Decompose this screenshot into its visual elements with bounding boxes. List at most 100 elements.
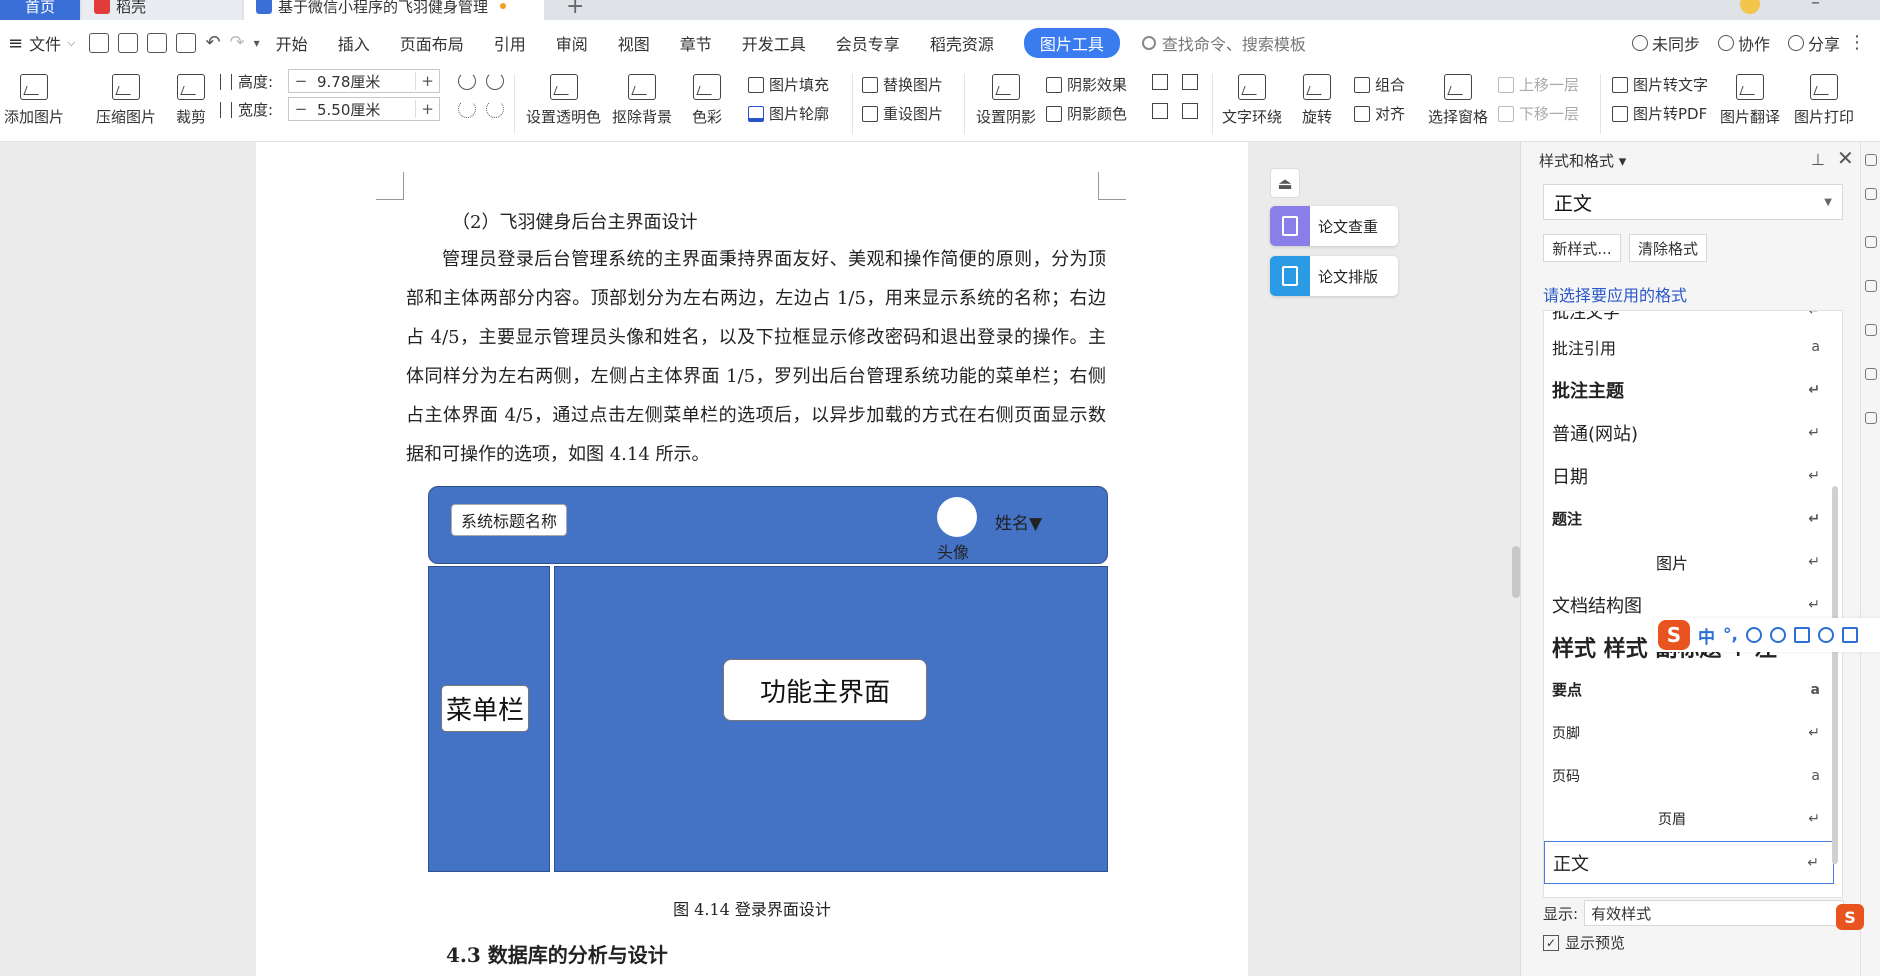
- command-search[interactable]: 查找命令、搜索模板: [1141, 31, 1306, 55]
- picture-to-pdf-button[interactable]: 图片转PDF: [1612, 103, 1707, 124]
- new-style-button[interactable]: 新样式...: [1543, 234, 1621, 262]
- panel-title[interactable]: 样式和格式 ▾: [1539, 150, 1626, 171]
- microphone-icon[interactable]: [1769, 627, 1786, 643]
- menu-developer[interactable]: 开发工具: [742, 31, 806, 55]
- user-avatar-icon[interactable]: [1740, 0, 1760, 14]
- reset-picture-button[interactable]: 重设图片: [862, 103, 943, 124]
- export-icon[interactable]: [118, 33, 139, 53]
- rotate-right-icon[interactable]: [486, 72, 504, 90]
- menu-page-layout[interactable]: 页面布局: [400, 31, 464, 55]
- color-button[interactable]: 色彩: [692, 74, 722, 127]
- rotate-button[interactable]: 旋转: [1302, 74, 1332, 127]
- shadow-nudge-down-icon[interactable]: [1182, 74, 1198, 90]
- group-button[interactable]: 组合: [1354, 74, 1405, 95]
- diagram-main-block[interactable]: 功能主界面: [554, 566, 1108, 872]
- pin-icon[interactable]: ⊥: [1811, 150, 1825, 169]
- picture-fill-button[interactable]: 图片填充: [748, 74, 829, 95]
- file-menu[interactable]: ≡ 文件 ⌵: [8, 31, 75, 55]
- selection-pane-button[interactable]: 选择窗格: [1428, 74, 1488, 127]
- picture-to-text-button[interactable]: 图片转文字: [1612, 74, 1708, 95]
- ime-mode[interactable]: 中: [1698, 623, 1715, 648]
- brightness-down-icon[interactable]: [486, 100, 504, 118]
- tab-document[interactable]: 基于微信小程序的飞羽健身管理: [244, 0, 544, 20]
- redo-icon[interactable]: ↷: [230, 33, 245, 53]
- compress-picture-button[interactable]: 压缩图片: [96, 74, 156, 127]
- crop-button[interactable]: 裁剪: [176, 74, 206, 127]
- sidebar-tool-icon[interactable]: [1865, 280, 1877, 292]
- style-list-scrollbar[interactable]: [1832, 486, 1838, 864]
- height-stepper[interactable]: −9.78厘米 +: [288, 69, 440, 93]
- ime-tray-logo-icon[interactable]: S: [1836, 904, 1864, 930]
- sidebar-tool-icon[interactable]: [1865, 412, 1877, 424]
- width-minus-icon[interactable]: −: [289, 100, 313, 118]
- undo-icon[interactable]: ↶: [205, 33, 220, 53]
- style-item-caption[interactable]: 题注 ↵: [1544, 497, 1834, 540]
- style-item-footer[interactable]: 页脚 ↵: [1544, 711, 1834, 754]
- height-minus-icon[interactable]: −: [289, 72, 313, 90]
- punctuation-icon[interactable]: °,: [1723, 625, 1738, 645]
- style-item-normal-web[interactable]: 普通(网站) ↵: [1544, 411, 1834, 454]
- picture-translate-button[interactable]: 图片翻译: [1720, 74, 1780, 127]
- paper-format-button[interactable]: 论文排版: [1270, 256, 1398, 296]
- emoji-icon[interactable]: [1745, 627, 1762, 643]
- send-backward-button[interactable]: 下移一层: [1498, 103, 1579, 124]
- menu-view[interactable]: 视图: [618, 31, 650, 55]
- sync-button[interactable]: 未同步: [1631, 31, 1700, 55]
- bring-forward-button[interactable]: 上移一层: [1498, 74, 1579, 95]
- remove-background-button[interactable]: 抠除背景: [612, 74, 672, 127]
- shadow-nudge-up-icon[interactable]: [1152, 74, 1168, 90]
- minimize-icon[interactable]: –: [1811, 0, 1820, 13]
- align-button[interactable]: 对齐: [1354, 103, 1405, 124]
- paper-check-button[interactable]: 论文查重: [1270, 206, 1398, 246]
- sidebar-tool-icon[interactable]: [1865, 368, 1877, 380]
- keyboard-icon[interactable]: [1793, 627, 1810, 643]
- menu-member[interactable]: 会员专享: [836, 31, 900, 55]
- set-shadow-button[interactable]: 设置阴影: [976, 74, 1036, 127]
- style-item-normal[interactable]: 正文 ↵: [1544, 841, 1834, 884]
- style-item-comment-ref[interactable]: 批注引用 a: [1544, 325, 1834, 368]
- collapse-icon[interactable]: ⏏: [1270, 168, 1300, 198]
- rotate-left-icon[interactable]: [458, 72, 476, 90]
- set-transparent-button[interactable]: 设置透明色: [526, 74, 601, 127]
- shadow-nudge-right-icon[interactable]: [1182, 103, 1198, 119]
- picture-outline-button[interactable]: 图片轮廓: [748, 103, 829, 124]
- sidebar-tool-icon[interactable]: [1865, 154, 1877, 166]
- style-item-key-point[interactable]: 要点 a: [1544, 668, 1834, 711]
- ime-user-icon[interactable]: [1817, 627, 1834, 643]
- print-icon[interactable]: [147, 33, 168, 53]
- menu-docer-resources[interactable]: 稻壳资源: [930, 31, 994, 55]
- picture-print-button[interactable]: 图片打印: [1794, 74, 1854, 127]
- ime-toolbar[interactable]: S 中 °,: [1654, 618, 1880, 652]
- menu-references[interactable]: 引用: [494, 31, 526, 55]
- tab-docer[interactable]: 稻壳: [82, 0, 242, 20]
- show-select[interactable]: 有效样式: [1584, 900, 1845, 926]
- brightness-up-icon[interactable]: [458, 100, 476, 118]
- diagram-header-block[interactable]: 系统标题名称 头像 姓名▼: [428, 486, 1108, 564]
- style-item-header[interactable]: 页眉 ↵: [1544, 797, 1834, 840]
- current-style-select[interactable]: 正文 ▼: [1543, 184, 1843, 220]
- document-scrollbar[interactable]: [1512, 546, 1520, 598]
- sidebar-tool-icon[interactable]: [1865, 188, 1877, 200]
- sidebar-tool-icon[interactable]: [1865, 236, 1877, 248]
- clear-format-button[interactable]: 清除格式: [1629, 234, 1707, 262]
- style-item-picture[interactable]: 图片 ↵: [1544, 540, 1834, 583]
- menu-picture-tools[interactable]: 图片工具: [1023, 28, 1120, 58]
- text-wrap-button[interactable]: 文字环绕: [1222, 74, 1282, 127]
- width-plus-icon[interactable]: +: [415, 100, 439, 118]
- shadow-color-button[interactable]: 阴影颜色: [1046, 103, 1127, 124]
- width-stepper[interactable]: −5.50厘米 +: [288, 97, 440, 121]
- collaborate-button[interactable]: 协作: [1717, 31, 1770, 55]
- sidebar-tool-icon[interactable]: [1865, 324, 1877, 336]
- menu-insert[interactable]: 插入: [338, 31, 370, 55]
- share-button[interactable]: 分享: [1787, 31, 1840, 55]
- new-tab-icon[interactable]: +: [566, 0, 584, 19]
- style-item-page-number[interactable]: 页码 a: [1544, 754, 1834, 797]
- style-item-date[interactable]: 日期 ↵: [1544, 454, 1834, 497]
- shadow-nudge-left-icon[interactable]: [1152, 103, 1168, 119]
- menu-start[interactable]: 开始: [276, 31, 308, 55]
- preview-toggle[interactable]: ✓ 显示预览: [1543, 932, 1625, 953]
- close-icon[interactable]: ✕: [1837, 146, 1854, 170]
- menu-section[interactable]: 章节: [680, 31, 712, 55]
- diagram-menu-block[interactable]: 菜单栏: [428, 566, 550, 872]
- print-preview-icon[interactable]: [176, 33, 197, 53]
